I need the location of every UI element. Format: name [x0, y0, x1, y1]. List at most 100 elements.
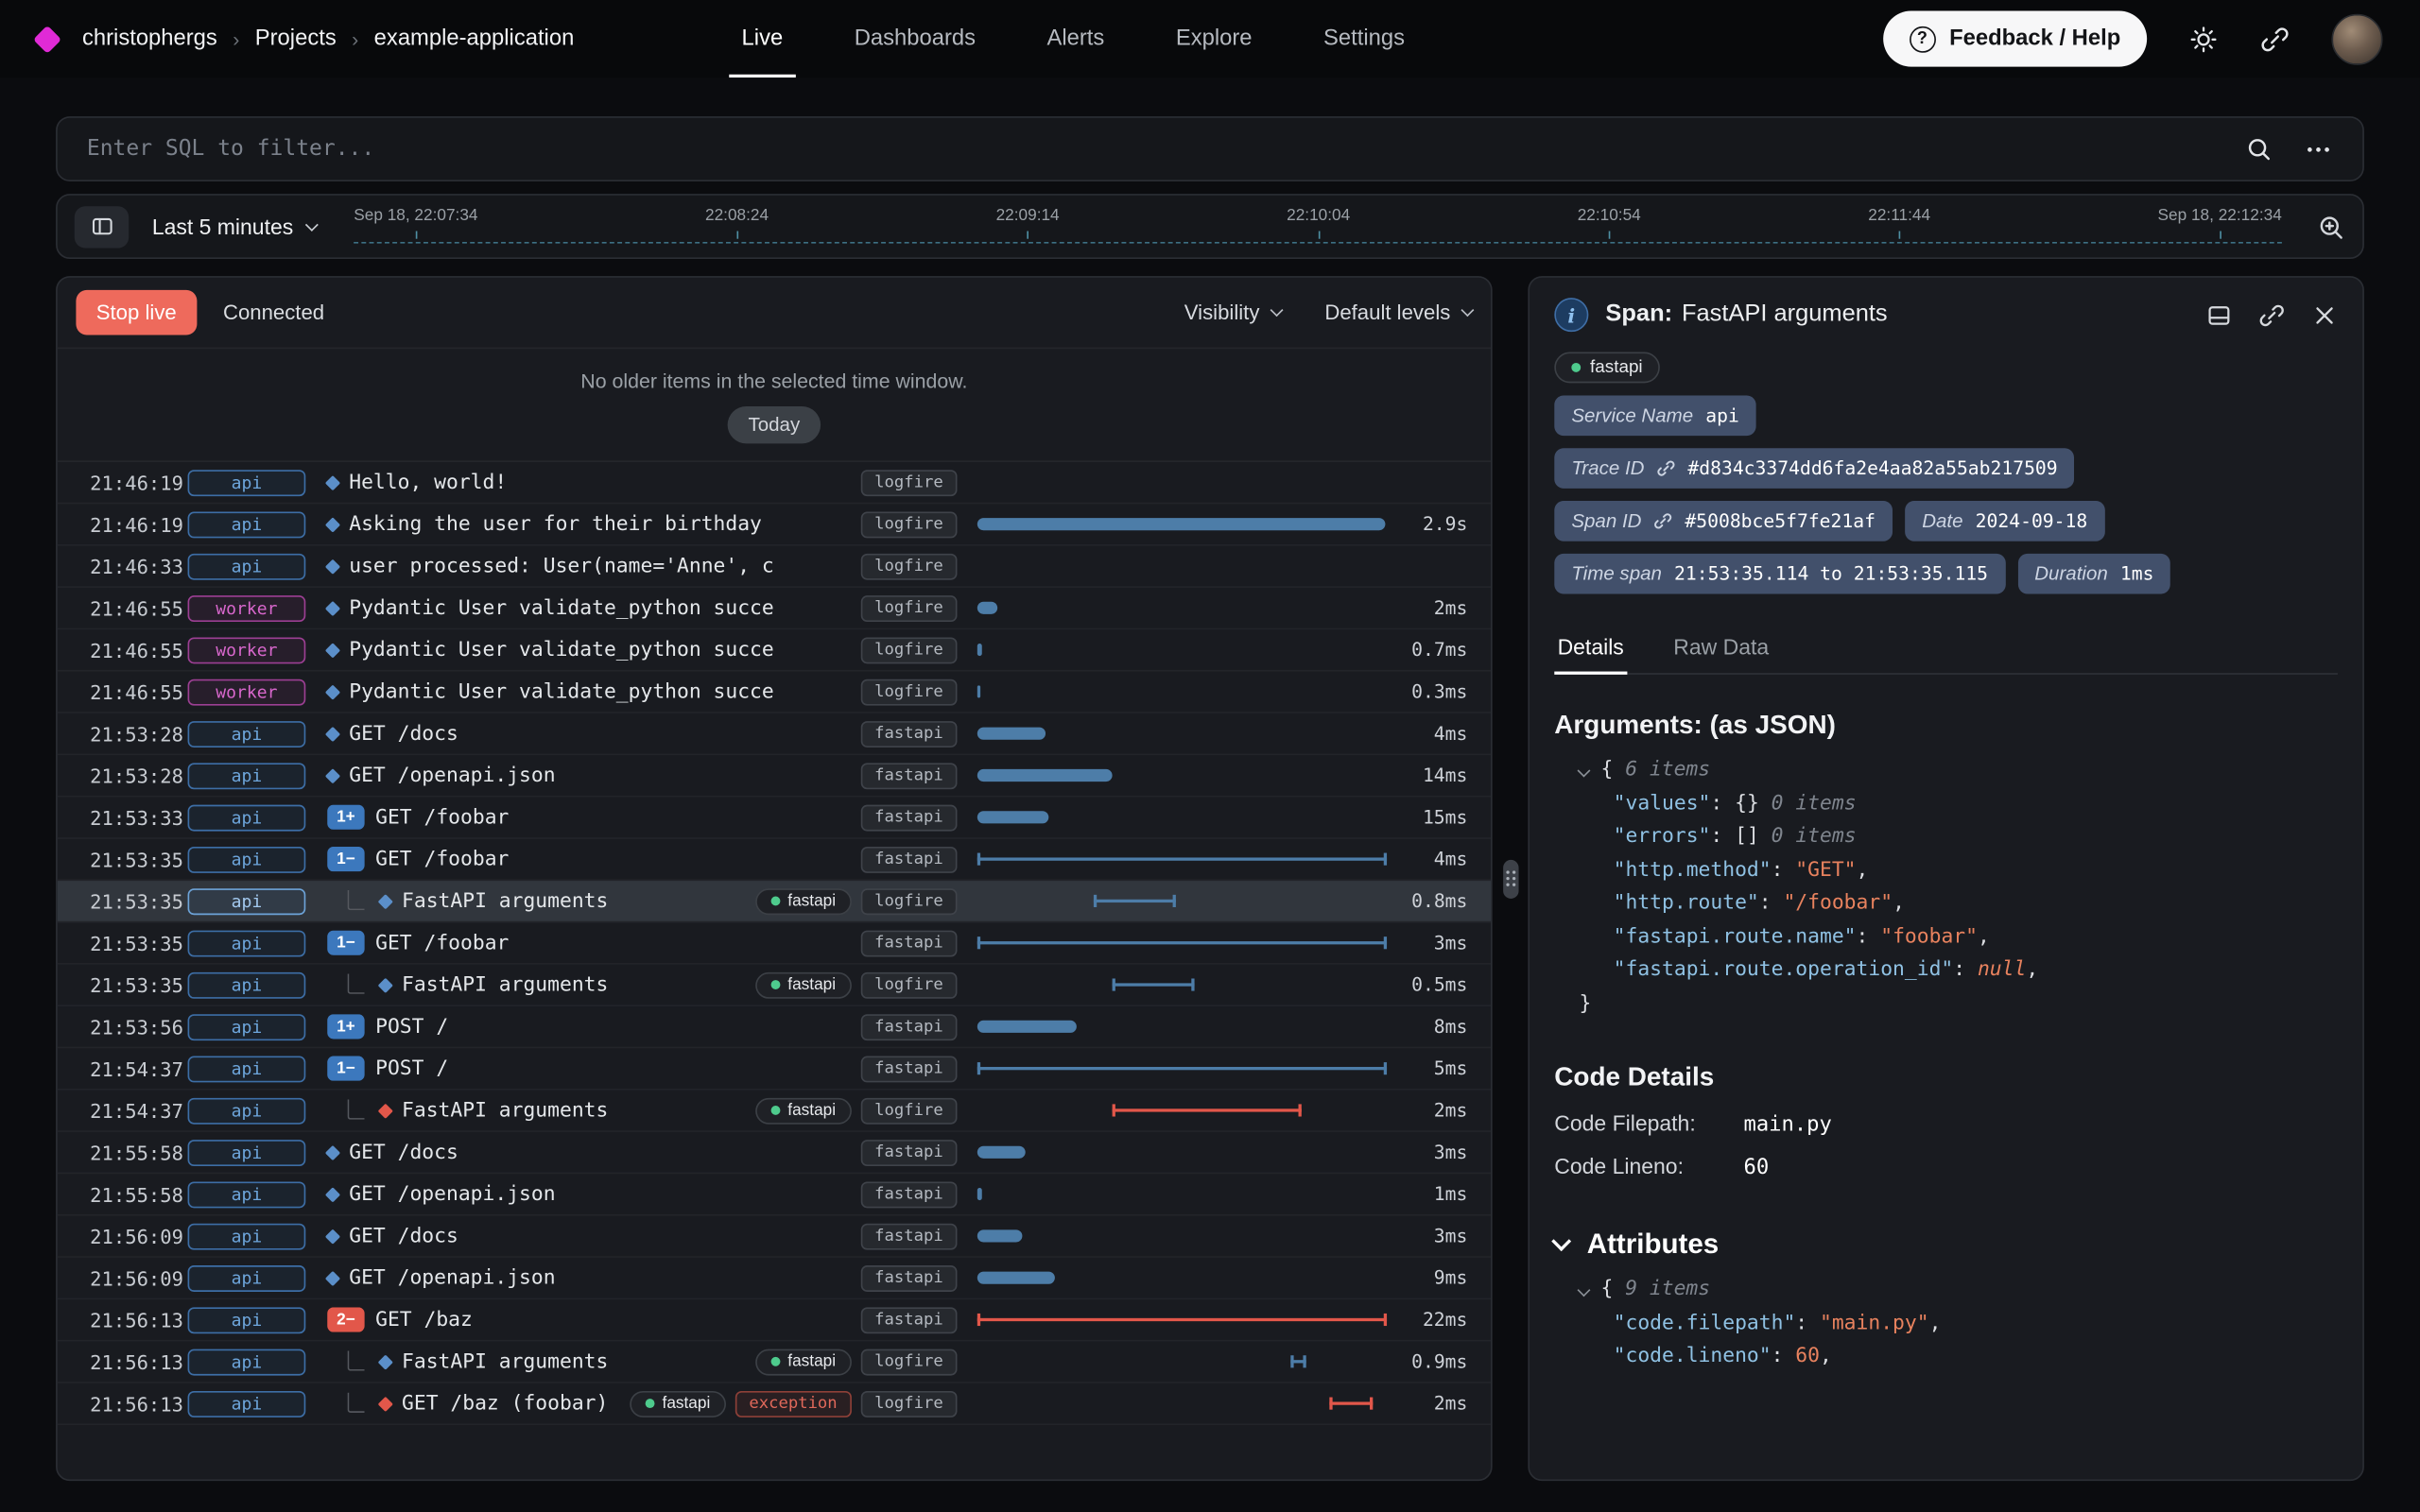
time-range-dropdown[interactable]: Last 5 minutes — [152, 214, 317, 238]
feedback-help-button[interactable]: ? Feedback / Help — [1883, 10, 2148, 66]
meta-pill-row: Span ID #5008bce5f7fe21af Date2024-09-18 — [1554, 501, 2338, 541]
table-row[interactable]: 21:53:56api1+POST /fastapi8ms — [58, 1006, 1491, 1048]
row-message: Hello, world! — [349, 471, 507, 494]
search-icon[interactable] — [2245, 135, 2273, 163]
table-row[interactable]: 21:46:19apiHello, world!logfire — [58, 462, 1491, 504]
stop-live-button[interactable]: Stop live — [76, 290, 197, 335]
breadcrumb-item[interactable]: christophergs — [82, 26, 217, 51]
chevron-down-icon[interactable] — [1577, 765, 1590, 778]
table-row[interactable]: 21:53:35api1−GET /foobarfastapi3ms — [58, 922, 1491, 964]
duration-bar — [1329, 1401, 1373, 1404]
table-row[interactable]: 21:55:58apiGET /openapi.jsonfastapi1ms — [58, 1174, 1491, 1215]
table-row[interactable]: 21:54:37apiFastAPI argumentsfastapilogfi… — [58, 1091, 1491, 1132]
table-row[interactable]: 21:46:33apiuser processed: User(name='An… — [58, 546, 1491, 588]
table-row[interactable]: 21:46:55workerPydantic User validate_pyt… — [58, 672, 1491, 713]
fastapi-chip[interactable]: fastapi — [1554, 352, 1659, 384]
tab-explore[interactable]: Explore — [1176, 0, 1253, 77]
table-row[interactable]: 21:56:13apiGET /baz (foobar)fastapiexcep… — [58, 1383, 1491, 1425]
table-row[interactable]: 21:54:37api1−POST /fastapi5ms — [58, 1048, 1491, 1090]
fastapi-chip-label: fastapi — [1590, 358, 1643, 377]
today-button[interactable]: Today — [728, 406, 820, 443]
chevron-down-icon — [305, 217, 319, 231]
duration-bar-track — [973, 672, 1392, 713]
children-count-badge[interactable]: 1+ — [327, 805, 364, 830]
id-pill[interactable]: Span ID #5008bce5f7fe21af — [1554, 501, 1893, 541]
duration-bar — [1112, 1108, 1301, 1111]
table-row[interactable]: 21:56:09apiGET /openapi.jsonfastapi9ms — [58, 1258, 1491, 1299]
sql-filter-input[interactable] — [87, 136, 2245, 161]
table-row[interactable]: 21:53:33api1+GET /foobarfastapi15ms — [58, 797, 1491, 838]
tab-details[interactable]: Details — [1554, 620, 1627, 673]
row-message-cell: 1−POST / — [315, 1057, 860, 1081]
fastapi-chip-label: fastapi — [787, 892, 836, 911]
code-detail-label: Code Filepath: — [1554, 1110, 1743, 1135]
attributes-heading[interactable]: Attributes — [1554, 1228, 2338, 1261]
tab-settings[interactable]: Settings — [1323, 0, 1405, 77]
duration-bar-track — [973, 797, 1392, 837]
breadcrumb-item[interactable]: example-application — [374, 26, 575, 51]
more-options-icon[interactable] — [2304, 134, 2333, 163]
children-count-badge[interactable]: 1− — [327, 1057, 364, 1081]
green-dot-icon — [770, 1106, 780, 1115]
row-time: 21:46:55 — [58, 638, 179, 662]
row-time: 21:55:58 — [58, 1141, 179, 1164]
timeline[interactable]: Sep 18, 22:07:3422:08:2422:09:1422:10:04… — [354, 196, 2282, 258]
table-row[interactable]: 21:53:35apiFastAPI argumentsfastapilogfi… — [58, 965, 1491, 1006]
row-duration: 8ms — [1392, 1016, 1491, 1038]
service-cell: worker — [179, 679, 315, 705]
scope-tag: logfire — [860, 553, 957, 579]
children-count-badge[interactable]: 1− — [327, 931, 364, 955]
table-row[interactable]: 21:53:28apiGET /docsfastapi4ms — [58, 713, 1491, 755]
duration-bar-track — [973, 1174, 1392, 1214]
logfire-logo-icon[interactable] — [33, 25, 61, 53]
chevron-down-icon — [1551, 1231, 1571, 1251]
table-row[interactable]: 21:56:09apiGET /docsfastapi3ms — [58, 1216, 1491, 1258]
tab-dashboards[interactable]: Dashboards — [855, 0, 976, 77]
row-message: GET /openapi.json — [349, 1266, 555, 1290]
meta-pill: Date2024-09-18 — [1905, 501, 2104, 541]
table-row[interactable]: 21:56:13api2−GET /bazfastapi22ms — [58, 1299, 1491, 1341]
duration-bar — [977, 769, 1113, 782]
code-detail-row: Code Filepath:main.py — [1554, 1110, 2338, 1137]
close-icon[interactable] — [2311, 301, 2338, 328]
id-pill[interactable]: Trace ID #d834c3374dd6fa2e4aa82a55ab2175… — [1554, 448, 2074, 489]
panel-toggle-button[interactable] — [75, 205, 129, 247]
table-row[interactable]: 21:53:28apiGET /openapi.jsonfastapi14ms — [58, 755, 1491, 797]
table-row[interactable]: 21:55:58apiGET /docsfastapi3ms — [58, 1132, 1491, 1174]
children-count-badge[interactable]: 1+ — [327, 1014, 364, 1039]
json-line: "errors": [] 0 items — [1554, 820, 2338, 853]
children-count-badge[interactable]: 2− — [327, 1307, 364, 1332]
table-row[interactable]: 21:46:19apiAsking the user for their bir… — [58, 504, 1491, 545]
tab-raw-data[interactable]: Raw Data — [1670, 620, 1772, 673]
service-tag: api — [188, 469, 306, 495]
service-tag: api — [188, 511, 306, 538]
children-count-badge[interactable]: 1− — [327, 847, 364, 871]
table-row[interactable]: 21:56:13apiFastAPI argumentsfastapilogfi… — [58, 1341, 1491, 1383]
breadcrumb-item[interactable]: Projects — [255, 26, 337, 51]
default-levels-dropdown[interactable]: Default levels — [1324, 301, 1472, 324]
json-line: "code.filepath": "main.py", — [1554, 1307, 2338, 1340]
table-row[interactable]: 21:46:55workerPydantic User validate_pyt… — [58, 588, 1491, 629]
share-link-icon[interactable] — [2260, 24, 2290, 53]
tab-live[interactable]: Live — [742, 0, 784, 77]
chevron-down-icon[interactable] — [1577, 1283, 1590, 1297]
table-row[interactable]: 21:53:35api1−GET /foobarfastapi4ms — [58, 839, 1491, 881]
table-row[interactable]: 21:53:35apiFastAPI argumentsfastapilogfi… — [58, 881, 1491, 922]
tab-alerts[interactable]: Alerts — [1046, 0, 1104, 77]
scope-tag: logfire — [860, 887, 957, 914]
pill-label: Date — [1922, 510, 1962, 532]
row-time: 21:54:37 — [58, 1099, 179, 1123]
avatar[interactable] — [2331, 13, 2382, 64]
row-tags: fastapilogfire — [755, 971, 973, 998]
table-row[interactable]: 21:46:55workerPydantic User validate_pyt… — [58, 629, 1491, 671]
timeline-tick: Sep 18, 22:12:34 — [2158, 206, 2282, 225]
scope-tag: fastapi — [860, 1307, 957, 1333]
zoom-in-icon[interactable] — [2316, 212, 2345, 241]
row-tags: fastapi — [860, 720, 973, 747]
service-tag: api — [188, 971, 306, 998]
open-in-drawer-icon[interactable] — [2206, 301, 2233, 328]
copy-link-icon[interactable] — [2258, 301, 2285, 328]
theme-toggle-icon[interactable] — [2188, 24, 2218, 53]
splitter-drag-handle[interactable] — [1502, 859, 1517, 898]
visibility-dropdown[interactable]: Visibility — [1184, 301, 1282, 324]
